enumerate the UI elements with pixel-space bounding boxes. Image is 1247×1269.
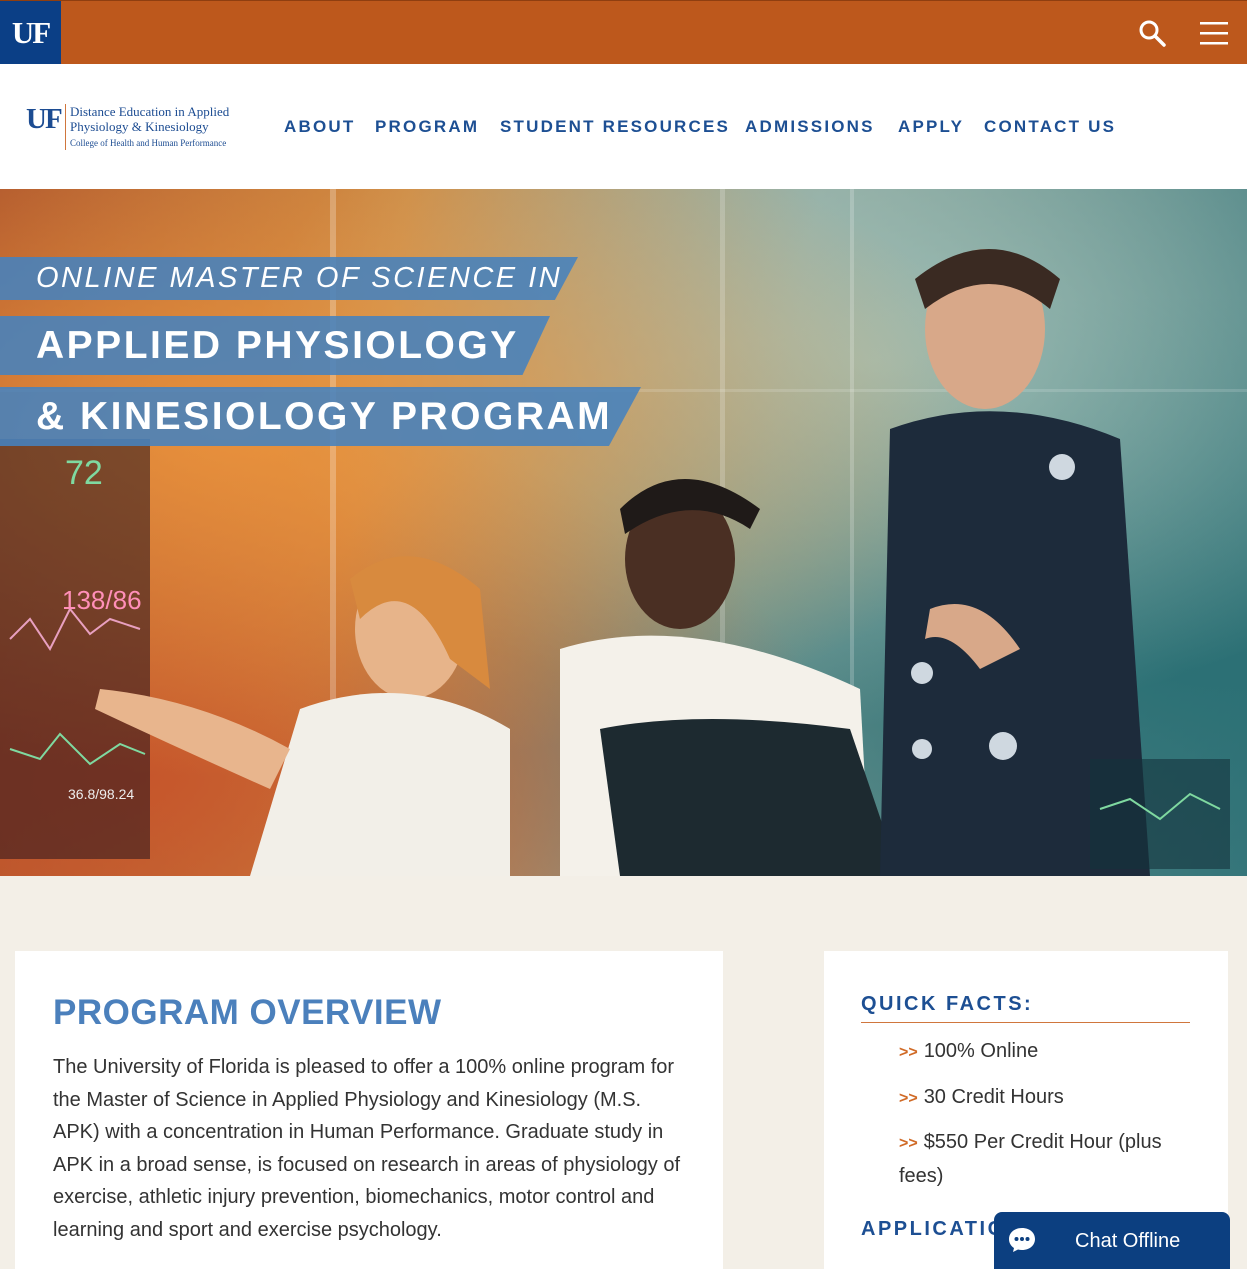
nav-program[interactable]: PROGRAM bbox=[375, 117, 479, 137]
monitor-reading-bp: 138/86 bbox=[62, 585, 142, 615]
logo-line-3: College of Health and Human Performance bbox=[70, 138, 227, 148]
nav-about[interactable]: ABOUT bbox=[284, 117, 355, 137]
application-title: APPLICATIC bbox=[861, 1218, 1005, 1240]
quick-facts-title: QUICK FACTS: bbox=[861, 993, 1190, 1023]
nav-apply[interactable]: APPLY bbox=[898, 117, 964, 137]
hero-title-line-1: ONLINE MASTER OF SCIENCE IN bbox=[0, 257, 578, 300]
hamburger-menu-icon[interactable] bbox=[1198, 18, 1230, 48]
chevron-right-icon: >> bbox=[899, 1135, 918, 1152]
hero-banner: 72 138/86 36.8/98.24 ONLINE MASTER OF SC… bbox=[0, 189, 1247, 876]
fact-text: 100% Online bbox=[923, 1040, 1039, 1062]
hero-title-line-2: APPLIED PHYSIOLOGY bbox=[0, 316, 550, 375]
uf-logo-badge[interactable]: UF bbox=[0, 1, 61, 65]
hero-title-line-3: & KINESIOLOGY PROGRAM bbox=[0, 387, 641, 446]
fact-text: 30 Credit Hours bbox=[923, 1086, 1064, 1108]
nav-admissions[interactable]: ADMISSIONS bbox=[745, 117, 875, 137]
monitor-reading-temp: 36.8/98.24 bbox=[68, 786, 134, 802]
main-nav: ABOUT PROGRAM STUDENT RESOURCES ADMISSIO… bbox=[0, 117, 1247, 137]
chat-widget-button[interactable]: Chat Offline bbox=[994, 1212, 1230, 1269]
program-overview-title: PROGRAM OVERVIEW bbox=[53, 993, 442, 1032]
fact-text: $550 Per Credit Hour (plus fees) bbox=[899, 1131, 1162, 1187]
site-header: UF Distance Education in Applied Physiol… bbox=[0, 64, 1247, 189]
fact-item: >> $550 Per Credit Hour (plus fees) bbox=[899, 1126, 1199, 1193]
fact-item: >> 100% Online bbox=[899, 1035, 1199, 1069]
program-overview-text: The University of Florida is pleased to … bbox=[53, 1056, 681, 1241]
chat-label: Chat Offline bbox=[1075, 1230, 1181, 1252]
nav-contact-us[interactable]: CONTACT US bbox=[984, 117, 1116, 137]
search-icon[interactable] bbox=[1137, 18, 1167, 48]
program-overview-card: PROGRAM OVERVIEW The University of Flori… bbox=[15, 951, 723, 1269]
top-bar: UF bbox=[0, 0, 1247, 65]
chevron-right-icon: >> bbox=[899, 1090, 918, 1107]
monitor-reading-72: 72 bbox=[65, 454, 103, 492]
nav-student-resources[interactable]: STUDENT RESOURCES bbox=[500, 117, 730, 137]
chevron-right-icon: >> bbox=[899, 1044, 918, 1061]
fact-item: >> 30 Credit Hours bbox=[899, 1081, 1199, 1115]
chat-bubble-icon bbox=[1009, 1228, 1035, 1252]
